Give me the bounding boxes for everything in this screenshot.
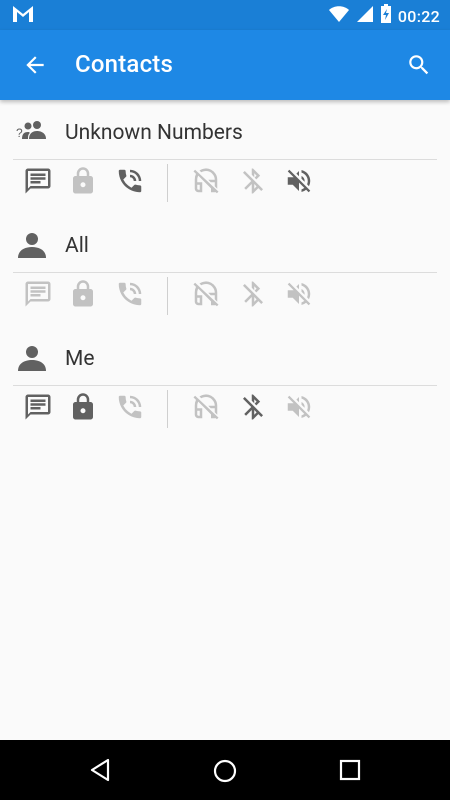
wifi-icon: [328, 5, 350, 27]
section-unknown-numbers: ? Unknown Numbers: [0, 100, 450, 202]
section-label: Unknown Numbers: [65, 121, 243, 145]
svg-text:?: ?: [16, 126, 23, 140]
vertical-separator: [167, 164, 168, 202]
message-icon[interactable]: [23, 392, 53, 422]
volume-off-icon[interactable]: [284, 166, 314, 196]
message-icon[interactable]: [23, 166, 53, 196]
section-me: Me: [0, 326, 450, 428]
bluetooth-off-icon[interactable]: [238, 166, 268, 196]
message-icon[interactable]: [23, 279, 53, 309]
nav-recents-icon[interactable]: [339, 759, 361, 781]
section-label: Me: [65, 347, 95, 371]
headset-off-icon[interactable]: [191, 392, 221, 422]
section-header[interactable]: All: [0, 213, 450, 273]
gmail-icon: [12, 5, 34, 27]
unknown-group-icon: ?: [16, 118, 48, 146]
phone-call-icon[interactable]: [115, 279, 145, 309]
person-icon: [16, 231, 48, 263]
section-all: All: [0, 213, 450, 315]
phone-call-icon[interactable]: [115, 166, 145, 196]
navigation-bar: [0, 740, 450, 800]
toggle-row: [0, 160, 450, 205]
nav-home-icon[interactable]: [212, 758, 238, 784]
phone-call-icon[interactable]: [115, 392, 145, 422]
lock-icon[interactable]: [68, 166, 98, 196]
section-header[interactable]: Me: [0, 326, 450, 386]
headset-off-icon[interactable]: [191, 166, 221, 196]
arrow-back-icon[interactable]: [22, 52, 48, 78]
toggle-row: [0, 386, 450, 431]
toggle-row: [0, 273, 450, 318]
search-icon[interactable]: [406, 52, 432, 78]
volume-off-icon[interactable]: [284, 392, 314, 422]
app-bar: Contacts: [0, 30, 450, 100]
bluetooth-off-icon[interactable]: [238, 279, 268, 309]
lock-icon[interactable]: [68, 392, 98, 422]
section-label: All: [65, 234, 89, 258]
volume-off-icon[interactable]: [284, 279, 314, 309]
section-header[interactable]: ? Unknown Numbers: [0, 100, 450, 160]
status-time: 00:22: [397, 6, 440, 26]
headset-off-icon[interactable]: [191, 279, 221, 309]
lock-icon[interactable]: [68, 279, 98, 309]
nav-back-icon[interactable]: [88, 758, 112, 782]
bluetooth-off-icon[interactable]: [238, 392, 268, 422]
person-icon: [16, 344, 48, 376]
battery-charging-icon: [380, 4, 392, 28]
page-title: Contacts: [75, 50, 174, 78]
vertical-separator: [167, 390, 168, 428]
status-bar: 00:22: [0, 0, 450, 30]
signal-icon: [356, 5, 374, 27]
vertical-separator: [167, 277, 168, 315]
